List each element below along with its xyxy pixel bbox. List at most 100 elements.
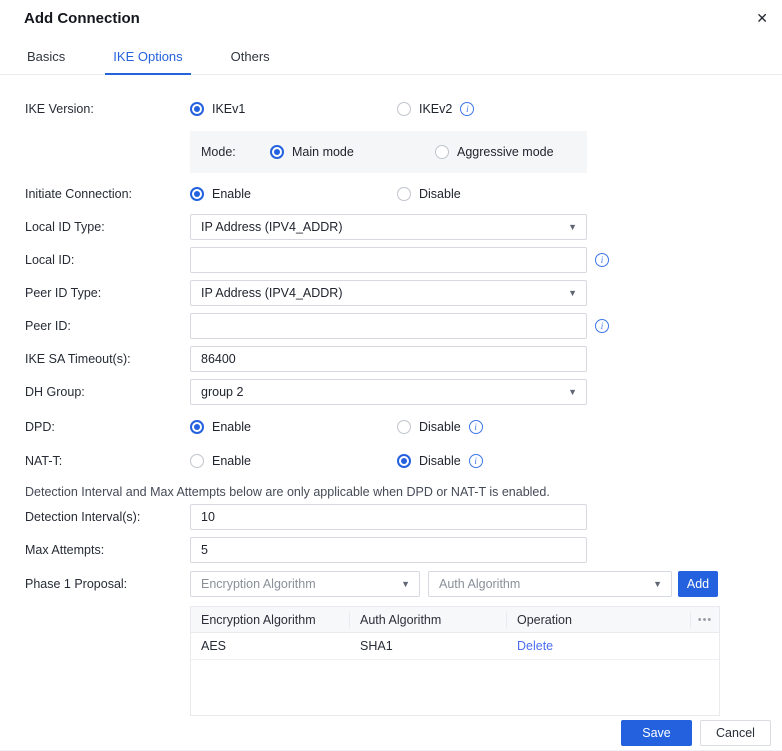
proposal-table-header: Encryption Algorithm Auth Algorithm Oper… bbox=[191, 607, 719, 633]
ike-version-row: IKE Version: IKEv1 IKEv2 i bbox=[25, 99, 782, 119]
nat-t-radio-group: Enable Disable i bbox=[190, 454, 587, 468]
ike-sa-timeout-label: IKE SA Timeout(s): bbox=[25, 352, 131, 366]
peer-id-type-select[interactable]: IP Address (IPV4_ADDR) ▼ bbox=[190, 280, 587, 306]
save-button[interactable]: Save bbox=[621, 720, 692, 746]
mode-label: Mode: bbox=[201, 145, 236, 159]
chevron-down-icon: ▼ bbox=[568, 222, 577, 232]
ike-sa-timeout-input[interactable] bbox=[190, 346, 587, 372]
chevron-down-icon: ▼ bbox=[568, 288, 577, 298]
delete-link[interactable]: Delete bbox=[517, 639, 553, 653]
nat-t-enable-radio[interactable]: Enable bbox=[190, 454, 397, 468]
dpd-radio-group: Enable Disable i bbox=[190, 420, 587, 434]
detection-interval-row: Detection Interval(s): bbox=[25, 504, 782, 530]
local-id-input[interactable] bbox=[190, 247, 587, 273]
phase1-proposal-row: Phase 1 Proposal: Encryption Algorithm ▼… bbox=[25, 571, 782, 597]
tab-others[interactable]: Others bbox=[229, 43, 272, 74]
radio-selected-icon bbox=[190, 420, 204, 434]
dialog-header: Add Connection ✕ bbox=[0, 0, 782, 27]
nat-t-disable-radio[interactable]: Disable i bbox=[397, 454, 483, 468]
initiate-enable-radio[interactable]: Enable bbox=[190, 187, 397, 201]
ikev1-radio[interactable]: IKEv1 bbox=[190, 102, 397, 116]
local-id-label: Local ID: bbox=[25, 253, 75, 267]
peer-id-info-icon[interactable]: i bbox=[595, 319, 609, 333]
add-connection-dialog: Add Connection ✕ Basics IKE Options Othe… bbox=[0, 0, 782, 751]
mode-box: Mode: Main mode Aggressive mode bbox=[190, 131, 587, 173]
auth-algorithm-select[interactable]: Auth Algorithm ▼ bbox=[428, 571, 672, 597]
ike-options-form: IKE Version: IKEv1 IKEv2 i Mode: Main mo… bbox=[0, 75, 782, 716]
proposal-table: Encryption Algorithm Auth Algorithm Oper… bbox=[190, 606, 720, 716]
detection-interval-input[interactable] bbox=[190, 504, 587, 530]
radio-selected-icon bbox=[270, 145, 284, 159]
ike-version-label: IKE Version: bbox=[25, 102, 94, 116]
radio-unselected-icon bbox=[397, 187, 411, 201]
initiate-connection-radio-group: Enable Disable bbox=[190, 187, 587, 201]
radio-selected-icon bbox=[190, 187, 204, 201]
radio-unselected-icon bbox=[397, 102, 411, 116]
phase1-proposal-label: Phase 1 Proposal: bbox=[25, 577, 128, 591]
ike-version-radio-group: IKEv1 IKEv2 i bbox=[190, 102, 587, 116]
dh-group-row: DH Group: group 2 ▼ bbox=[25, 379, 782, 405]
local-id-type-label: Local ID Type: bbox=[25, 220, 105, 234]
detection-interval-label: Detection Interval(s): bbox=[25, 510, 141, 524]
encryption-algorithm-select[interactable]: Encryption Algorithm ▼ bbox=[190, 571, 420, 597]
radio-unselected-icon bbox=[190, 454, 204, 468]
cell-auth: SHA1 bbox=[360, 639, 393, 653]
max-attempts-row: Max Attempts: bbox=[25, 537, 782, 563]
close-icon[interactable]: ✕ bbox=[756, 10, 768, 26]
dpd-disable-radio[interactable]: Disable i bbox=[397, 420, 483, 434]
cell-encryption: AES bbox=[201, 639, 227, 653]
local-id-row: Local ID: i bbox=[25, 247, 782, 273]
dpd-natt-note: Detection Interval and Max Attempts belo… bbox=[25, 485, 550, 499]
phase1-proposal-controls: Encryption Algorithm ▼ Auth Algorithm ▼ … bbox=[190, 571, 718, 597]
peer-id-type-label: Peer ID Type: bbox=[25, 286, 102, 300]
dh-group-select[interactable]: group 2 ▼ bbox=[190, 379, 587, 405]
radio-selected-icon bbox=[190, 102, 204, 116]
col-header-operation: Operation bbox=[507, 611, 691, 628]
auth-algorithm-placeholder: Auth Algorithm bbox=[439, 577, 521, 591]
max-attempts-label: Max Attempts: bbox=[25, 543, 105, 557]
dialog-footer: Save Cancel bbox=[621, 720, 771, 746]
max-attempts-input[interactable] bbox=[190, 537, 587, 563]
dh-group-label: DH Group: bbox=[25, 385, 85, 399]
nat-t-info-icon[interactable]: i bbox=[468, 454, 483, 468]
dpd-label: DPD: bbox=[25, 420, 55, 434]
main-mode-radio[interactable]: Main mode bbox=[270, 145, 435, 159]
cancel-button[interactable]: Cancel bbox=[700, 720, 771, 746]
ikev2-info-icon[interactable]: i bbox=[460, 102, 475, 116]
dpd-enable-radio[interactable]: Enable bbox=[190, 420, 397, 434]
tab-basics[interactable]: Basics bbox=[25, 43, 67, 74]
initiate-connection-label: Initiate Connection: bbox=[25, 187, 133, 201]
dpd-info-icon[interactable]: i bbox=[468, 420, 483, 434]
aggressive-mode-radio[interactable]: Aggressive mode bbox=[435, 145, 554, 159]
local-id-type-select[interactable]: IP Address (IPV4_ADDR) ▼ bbox=[190, 214, 587, 240]
radio-unselected-icon bbox=[435, 145, 449, 159]
nat-t-label: NAT-T: bbox=[25, 454, 63, 468]
dpd-row: DPD: Enable Disable i bbox=[25, 417, 782, 437]
dialog-title: Add Connection bbox=[24, 10, 140, 27]
local-id-info-icon[interactable]: i bbox=[595, 253, 609, 267]
chevron-down-icon: ▼ bbox=[401, 579, 410, 589]
tab-ike-options[interactable]: IKE Options bbox=[105, 43, 192, 75]
tab-bar: Basics IKE Options Others bbox=[0, 43, 782, 75]
ikev2-radio[interactable]: IKEv2 i bbox=[397, 102, 475, 116]
col-header-auth: Auth Algorithm bbox=[350, 611, 507, 628]
column-settings-icon[interactable]: ••• bbox=[691, 612, 719, 628]
ike-sa-timeout-row: IKE SA Timeout(s): bbox=[25, 346, 782, 372]
peer-id-label: Peer ID: bbox=[25, 319, 71, 333]
dh-group-value: group 2 bbox=[201, 385, 244, 399]
chevron-down-icon: ▼ bbox=[653, 579, 662, 589]
initiate-disable-radio[interactable]: Disable bbox=[397, 187, 461, 201]
peer-id-row: Peer ID: i bbox=[25, 313, 782, 339]
chevron-down-icon: ▼ bbox=[568, 387, 577, 397]
nat-t-row: NAT-T: Enable Disable i bbox=[25, 451, 782, 471]
add-button[interactable]: Add bbox=[678, 571, 718, 597]
table-row: AES SHA1 Delete bbox=[191, 633, 719, 660]
peer-id-input[interactable] bbox=[190, 313, 587, 339]
peer-id-type-value: IP Address (IPV4_ADDR) bbox=[201, 286, 343, 300]
encryption-algorithm-placeholder: Encryption Algorithm bbox=[201, 577, 316, 591]
initiate-connection-row: Initiate Connection: Enable Disable bbox=[25, 184, 782, 204]
local-id-type-value: IP Address (IPV4_ADDR) bbox=[201, 220, 343, 234]
radio-selected-icon bbox=[397, 454, 411, 468]
local-id-type-row: Local ID Type: IP Address (IPV4_ADDR) ▼ bbox=[25, 214, 782, 240]
col-header-encryption: Encryption Algorithm bbox=[191, 611, 350, 628]
